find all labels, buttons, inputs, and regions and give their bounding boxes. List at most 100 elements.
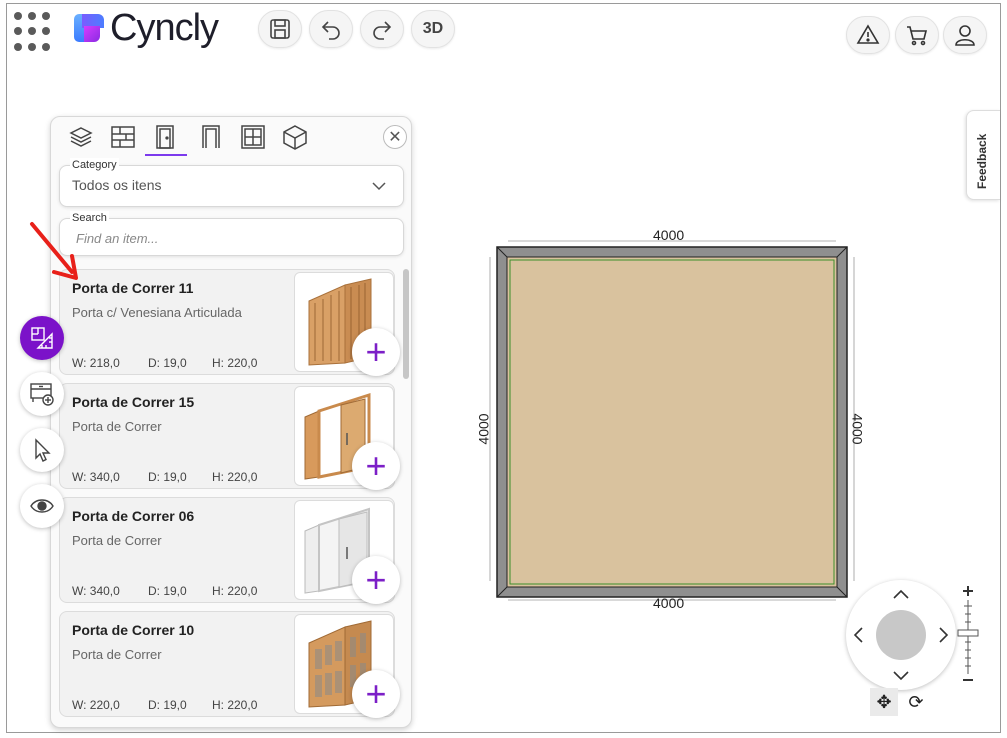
- user-icon: [955, 25, 975, 46]
- floorplan-ruler-icon: [31, 327, 53, 349]
- item-dimensions: W: 218,0 D: 19,0 H: 220,0: [72, 356, 257, 370]
- tab-openings[interactable]: [197, 123, 225, 151]
- brand-logo: Cyncly: [74, 7, 219, 49]
- cart-icon: [907, 26, 928, 46]
- redo-button[interactable]: [360, 10, 404, 48]
- plus-icon: +: [365, 445, 387, 486]
- catalog-tabs: ✕: [51, 117, 411, 157]
- feedback-tab[interactable]: Feedback: [966, 110, 1000, 200]
- cabinet-add-icon: [30, 383, 54, 406]
- dimension-bottom[interactable]: 4000: [653, 595, 684, 611]
- apps-grid-icon[interactable]: [14, 12, 54, 52]
- item-dimensions: W: 340,0 D: 19,0 H: 220,0: [72, 470, 257, 484]
- item-description: Porta de Correr: [72, 533, 162, 548]
- tab-layers[interactable]: [67, 123, 95, 151]
- item-title: Porta de Correr 06: [72, 508, 195, 524]
- floorplan-tool-button[interactable]: [20, 316, 64, 360]
- list-item[interactable]: Porta de Correr 06 Porta de Correr W: 34…: [59, 497, 400, 604]
- tab-windows[interactable]: [239, 123, 267, 151]
- visibility-tool-button[interactable]: [20, 484, 64, 528]
- view-navigation-control[interactable]: [846, 580, 956, 690]
- item-depth: D: 19,0: [148, 698, 187, 712]
- plus-icon: +: [365, 559, 387, 600]
- search-input[interactable]: Find an item...: [76, 231, 158, 246]
- save-icon: [270, 19, 290, 39]
- cart-button[interactable]: [895, 16, 939, 54]
- tab-walls[interactable]: [109, 123, 137, 151]
- item-height: H: 220,0: [212, 470, 258, 484]
- item-dimensions: W: 340,0 D: 19,0 H: 220,0: [72, 584, 257, 598]
- category-select[interactable]: Category Todos os itens: [59, 158, 404, 207]
- active-tab-indicator: [145, 154, 187, 156]
- dimension-right[interactable]: 4000: [850, 413, 866, 444]
- plus-icon: +: [365, 331, 387, 372]
- user-button[interactable]: [943, 16, 987, 54]
- catalog-panel: ✕ Category Todos os itens Search Find an…: [50, 116, 412, 728]
- item-height: H: 220,0: [212, 356, 258, 370]
- zoom-slider[interactable]: [956, 584, 980, 684]
- list-item[interactable]: Porta de Correr 11 Porta c/ Venesiana Ar…: [59, 269, 400, 376]
- plus-icon: +: [365, 673, 387, 714]
- add-item-button[interactable]: +: [352, 442, 400, 490]
- undo-button[interactable]: [309, 10, 353, 48]
- item-depth: D: 19,0: [148, 584, 187, 598]
- cube-icon: [283, 125, 307, 150]
- add-furniture-button[interactable]: [20, 372, 64, 416]
- search-field[interactable]: Search Find an item...: [59, 211, 404, 256]
- wall-icon: [111, 126, 135, 148]
- dimension-left[interactable]: 4000: [476, 413, 492, 444]
- room-drawing: [489, 240, 855, 601]
- select-tool-button[interactable]: [20, 428, 64, 472]
- redo-icon: [373, 21, 392, 40]
- save-button[interactable]: [258, 10, 302, 48]
- add-item-button[interactable]: +: [352, 328, 400, 376]
- tab-objects[interactable]: [281, 123, 309, 151]
- item-title: Porta de Correr 11: [72, 280, 194, 296]
- opening-icon: [202, 125, 220, 148]
- category-label: Category: [70, 158, 119, 172]
- floor-plan[interactable]: 4000 4000 4000 4000: [476, 225, 880, 615]
- pan-left-icon[interactable]: [850, 626, 868, 644]
- close-panel-button[interactable]: ✕: [383, 125, 407, 149]
- pan-mode-button[interactable]: ✥: [870, 688, 898, 716]
- rotate-mode-button[interactable]: ⟳: [902, 688, 930, 716]
- item-width: W: 340,0: [72, 584, 120, 598]
- close-icon: ✕: [388, 129, 402, 146]
- pan-right-icon[interactable]: [934, 626, 952, 644]
- cursor-icon: [35, 438, 51, 462]
- orbit-joystick[interactable]: [876, 610, 926, 660]
- item-width: W: 340,0: [72, 470, 120, 484]
- rotate-icon: ⟳: [908, 691, 924, 712]
- undo-icon: [321, 21, 340, 40]
- list-scrollbar[interactable]: [403, 269, 409, 379]
- move-icon: ✥: [876, 691, 892, 712]
- dimension-top[interactable]: 4000: [653, 227, 684, 243]
- brand-name: Cyncly: [110, 7, 219, 49]
- chevron-down-icon: [372, 182, 386, 191]
- feedback-label: Feedback: [975, 133, 989, 189]
- list-item[interactable]: Porta de Correr 10 Porta de Correr W: 22…: [59, 611, 400, 718]
- item-depth: D: 19,0: [148, 470, 187, 484]
- list-item[interactable]: Porta de Correr 15 Porta de Correr W: 34…: [59, 383, 400, 490]
- item-title: Porta de Correr 15: [72, 394, 195, 410]
- add-item-button[interactable]: +: [352, 670, 400, 718]
- item-title: Porta de Correr 10: [72, 622, 195, 638]
- add-item-button[interactable]: +: [352, 556, 400, 604]
- pan-down-icon[interactable]: [892, 666, 910, 684]
- tab-doors[interactable]: [151, 123, 179, 151]
- item-description: Porta c/ Venesiana Articulada: [72, 305, 242, 320]
- window-icon: [241, 125, 265, 149]
- red-arrow-annotation: [30, 222, 78, 280]
- pan-up-icon[interactable]: [892, 586, 910, 604]
- zoom-handle: [957, 629, 979, 637]
- room-floor: [506, 256, 838, 588]
- item-description: Porta de Correr: [72, 419, 162, 434]
- brand-logo-mark: [74, 12, 104, 44]
- eye-icon: [30, 499, 54, 513]
- category-value: Todos os itens: [72, 177, 162, 193]
- warning-button[interactable]: [846, 16, 890, 54]
- layers-icon: [69, 127, 93, 147]
- item-depth: D: 19,0: [148, 356, 187, 370]
- catalog-list: Porta de Correr 11 Porta c/ Venesiana Ar…: [51, 269, 411, 727]
- view-3d-button[interactable]: 3D: [411, 10, 455, 48]
